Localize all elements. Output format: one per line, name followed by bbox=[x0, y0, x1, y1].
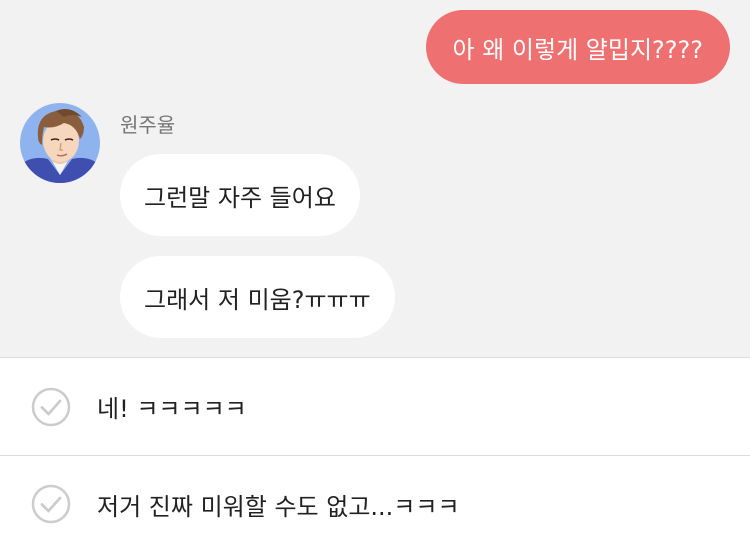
character-portrait-icon bbox=[20, 103, 100, 183]
outgoing-message-text: 아 왜 이렇게 얄밉지???? bbox=[452, 35, 703, 64]
reply-choice-option[interactable]: 네! ㅋㅋㅋㅋㅋ bbox=[0, 358, 750, 455]
incoming-message-bubble: 그런말 자주 들어요 bbox=[120, 154, 360, 236]
sender-name: 원주율 bbox=[120, 113, 176, 137]
check-circle-icon bbox=[31, 387, 71, 427]
chat-area: 아 왜 이렇게 얄밉지???? 원주율 그런말 자주 들어요 그래서 저 미움?… bbox=[0, 0, 750, 357]
reply-choices: 네! ㅋㅋㅋㅋㅋ 저거 진짜 미워할 수도 없고...ㅋㅋㅋ bbox=[0, 357, 750, 544]
check-circle-icon bbox=[31, 484, 71, 524]
sender-avatar[interactable] bbox=[20, 103, 100, 183]
incoming-message-text: 그래서 저 미움?ㅠㅠㅠ bbox=[144, 285, 371, 314]
outgoing-message-bubble: 아 왜 이렇게 얄밉지???? bbox=[425, 10, 730, 84]
incoming-message-text: 그런말 자주 들어요 bbox=[144, 183, 336, 212]
reply-choice-option[interactable]: 저거 진짜 미워할 수도 없고...ㅋㅋㅋ bbox=[0, 455, 750, 552]
reply-choice-text: 저거 진짜 미워할 수도 없고...ㅋㅋㅋ bbox=[97, 492, 460, 521]
reply-choice-text: 네! ㅋㅋㅋㅋㅋ bbox=[97, 395, 247, 423]
incoming-message-bubble: 그래서 저 미움?ㅠㅠㅠ bbox=[120, 256, 395, 338]
